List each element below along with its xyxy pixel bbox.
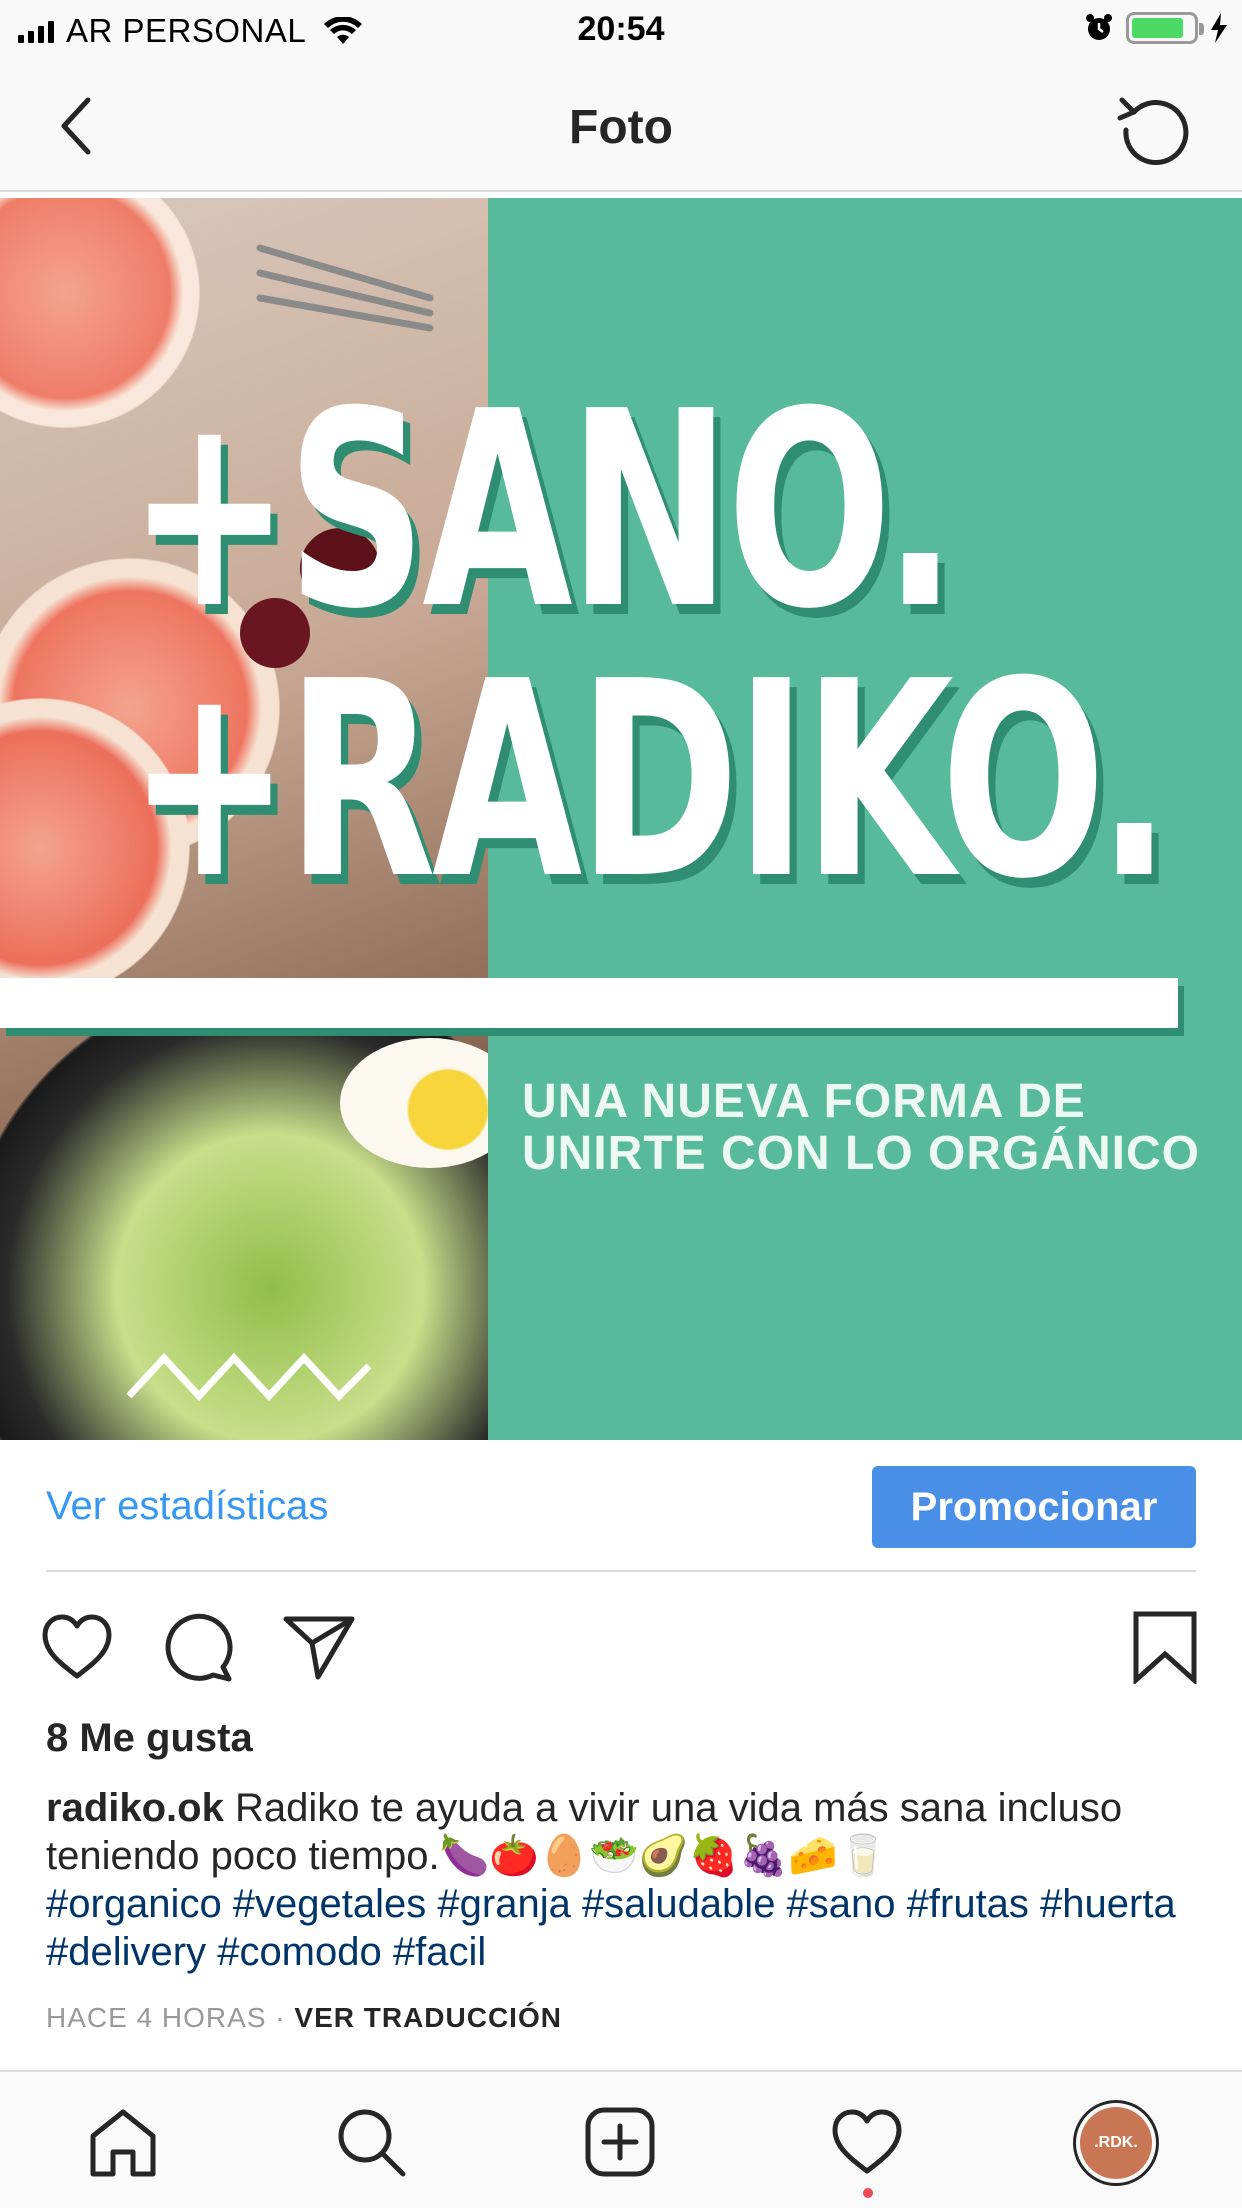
promote-button[interactable]: Promocionar [872, 1466, 1196, 1548]
headline-radiko: +RADIKO. [128, 623, 1171, 938]
post-meta: HACE 4 HORAS · VER TRADUCCIÓN [46, 2002, 562, 2034]
tagline-line-2: UNIRTE CON LO ORGÁNICO [522, 1127, 1200, 1180]
refresh-icon [1117, 97, 1189, 166]
caption-username[interactable]: radiko.ok [46, 1786, 224, 1830]
tab-new-post[interactable] [580, 2102, 660, 2182]
like-button[interactable] [38, 1608, 116, 1686]
clock: 20:54 [577, 10, 665, 48]
see-translation-link[interactable]: VER TRADUCCIÓN [294, 2002, 562, 2033]
insights-row: Ver estadísticas Promocionar [0, 1440, 1242, 1570]
activity-notification-dot [863, 2188, 873, 2198]
nav-bar: Foto [0, 60, 1242, 192]
refresh-button[interactable] [1114, 88, 1194, 168]
battery-fill [1132, 18, 1183, 38]
profile-avatar: .RDK. [1080, 2107, 1152, 2179]
tab-home[interactable] [83, 2102, 163, 2182]
heart-icon [832, 2109, 902, 2174]
tab-profile[interactable]: .RDK. [1073, 2100, 1159, 2186]
view-insights-link[interactable]: Ver estadísticas [46, 1484, 328, 1529]
charging-bolt-icon [1211, 13, 1227, 43]
heart-icon [42, 1614, 112, 1679]
page-title: Foto [569, 101, 673, 154]
headline-sano: +SANO. [128, 353, 957, 668]
comment-button[interactable] [160, 1608, 238, 1686]
bottom-tab-bar: .RDK. [0, 2070, 1242, 2208]
post-image[interactable]: +SANO. +RADIKO. UNA NUEVA FORMA DE UNIRT… [0, 198, 1242, 1440]
divider [46, 1570, 1196, 1572]
battery-icon [1126, 12, 1204, 44]
tab-search[interactable] [331, 2102, 411, 2182]
caption-hashtags[interactable]: #organico #vegetales #granja #saludable … [46, 1880, 1206, 1976]
tab-activity[interactable] [827, 2102, 907, 2182]
fork-image [256, 244, 434, 332]
likes-count[interactable]: 8 Me gusta [46, 1716, 253, 1761]
status-right [1084, 12, 1228, 44]
meta-separator: · [266, 2002, 295, 2033]
alarm-clock-icon [1086, 14, 1112, 40]
bookmark-icon [1133, 1611, 1197, 1684]
comment-icon [165, 1613, 233, 1682]
zigzag-logo-icon [126, 1352, 372, 1402]
home-icon [90, 2109, 156, 2177]
tagline: UNA NUEVA FORMA DE UNIRTE CON LO ORGÁNIC… [522, 1076, 1200, 1180]
white-stripe [0, 978, 1178, 1028]
add-post-icon [585, 2107, 655, 2177]
post-caption: radiko.ok Radiko te ayuda a vivir una vi… [46, 1784, 1206, 1976]
paper-plane-icon [283, 1616, 355, 1680]
action-icons-row [0, 1600, 1242, 1690]
post-timestamp: HACE 4 HORAS [46, 2002, 267, 2033]
share-button[interactable] [280, 1608, 358, 1686]
search-icon [338, 2109, 406, 2177]
save-button[interactable] [1126, 1608, 1204, 1686]
status-bar: AR PERSONAL 20:54 [0, 0, 1242, 60]
tagline-line-1: UNA NUEVA FORMA DE [522, 1075, 1086, 1128]
